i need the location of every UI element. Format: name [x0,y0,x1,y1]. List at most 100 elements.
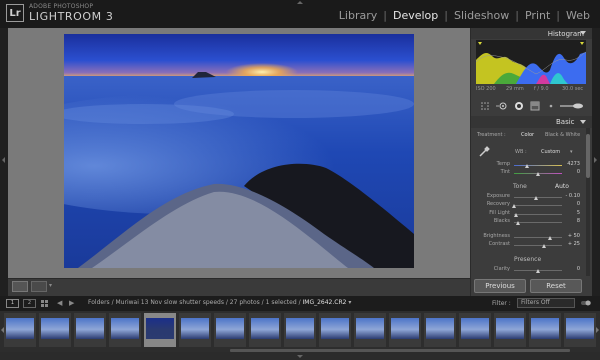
module-develop[interactable]: Develop [391,9,440,22]
filmstrip-scroll-right-icon[interactable] [596,327,599,333]
top-panel-toggle-icon[interactable] [297,1,303,4]
temp-value[interactable]: 4273 [566,161,580,167]
contrast-label: Contrast [488,241,510,247]
clarity-value[interactable]: 0 [566,266,580,272]
basic-panel-title: Basic [556,118,575,126]
adjustment-brush-icon[interactable] [560,101,584,111]
thumbnail-image [181,318,209,339]
module-slideshow[interactable]: Slideshow [452,9,511,22]
filmstrip-scrollbar[interactable] [230,349,570,352]
filter-dropdown[interactable]: Filters Off [517,298,575,308]
thumbnail-image [391,318,419,339]
brand-title: LIGHTROOM 3 [29,10,114,23]
thumbnail-image [531,318,559,339]
main-photo[interactable] [64,34,414,268]
tone-label: Tone [513,183,527,190]
source-breadcrumb[interactable]: Folders / Muriwai 13 Nov slow shutter sp… [88,299,351,306]
filter-label: Filter : [492,300,511,307]
thumbnail-image [426,318,454,339]
previous-button[interactable]: Previous [474,279,526,293]
treatment-label: Treatment : [477,132,506,138]
left-panel-toggle-icon[interactable] [2,157,5,163]
temp-slider-track[interactable] [514,165,562,166]
tint-slider-thumb[interactable] [536,172,540,176]
thumbnail-image [496,318,524,339]
thumbnail-image [76,318,104,339]
bottom-panel-toggle-icon[interactable] [297,355,303,358]
panel-scroll-thumb[interactable] [586,134,590,178]
thumbnail-image [6,318,34,339]
contrast-value[interactable]: + 25 [562,241,580,247]
contrast-slider-thumb[interactable] [542,244,546,248]
grid-view-icon[interactable] [41,300,49,307]
module-separator: | [515,9,519,22]
contrast-slider-track[interactable] [514,245,562,246]
fill-light-label: Fill Light [489,210,510,216]
clarity-slider-thumb[interactable] [536,269,540,273]
forward-arrow-icon[interactable]: ▶ [69,299,74,307]
recovery-slider-thumb[interactable] [512,204,516,208]
view-dropdown-icon[interactable]: ▾ [49,282,52,289]
exif-focal-length: 29 mm [506,86,524,92]
tone-auto-button[interactable]: Auto [555,183,569,190]
before-after-view-button[interactable] [31,281,47,292]
histogram-title: Histogram [547,30,584,38]
basic-collapse-icon[interactable] [580,120,586,124]
exposure-value[interactable]: - 0.10 [560,193,580,199]
loupe-view-button[interactable] [12,281,28,292]
recovery-value[interactable]: 0 [566,201,580,207]
thumbnail-image [461,318,489,339]
treatment-color[interactable]: Color [521,132,534,138]
module-separator: | [444,9,448,22]
thumbnail-image [321,318,349,339]
brightness-slider-track[interactable] [514,237,562,238]
exposure-slider-thumb[interactable] [534,196,538,200]
fill-light-slider-thumb[interactable] [514,213,518,217]
brightness-value[interactable]: + 50 [562,233,580,239]
tint-value[interactable]: 0 [566,169,580,175]
fill-light-value[interactable]: 5 [566,210,580,216]
brightness-slider-thumb[interactable] [548,236,552,240]
lightroom-logo: Lr [6,4,24,22]
wb-preset[interactable]: Custom [541,149,560,155]
blacks-slider-track[interactable] [514,222,562,223]
wb-label: WB : [515,149,527,155]
treatment-black-white[interactable]: Black & White [545,132,580,138]
recovery-label: Recovery [486,201,510,207]
module-separator: | [556,9,561,22]
crop-grid-icon[interactable] [480,101,490,111]
right-panel-toggle-icon[interactable] [594,157,597,163]
source-dropdown-icon[interactable]: ▾ [346,299,351,306]
white-balance-eyedropper-icon[interactable] [478,146,490,158]
secondary-window-button[interactable]: 2 [23,299,36,308]
exposure-slider-track[interactable] [514,197,562,198]
thumbnail-image [356,318,384,339]
temp-label: Temp [496,161,510,167]
module-web[interactable]: Web [564,9,592,22]
blacks-slider-thumb[interactable] [516,221,520,225]
tool-strip [476,99,586,113]
fill-light-slider-track[interactable] [514,214,562,215]
spot-removal-icon[interactable] [496,101,508,111]
filter-switch-icon[interactable] [581,299,591,307]
presence-label: Presence [514,256,542,263]
thumbnail-image [146,318,174,339]
module-print[interactable]: Print [523,9,552,22]
adjustment-brush-preview-icon[interactable] [546,101,556,111]
wb-dropdown-icon[interactable]: ▾ [570,149,573,155]
primary-window-button[interactable]: 1 [6,299,19,308]
red-eye-icon[interactable] [514,101,524,111]
module-library[interactable]: Library [337,9,379,22]
graduated-filter-icon[interactable] [530,101,540,111]
histogram-graph [476,40,586,84]
exif-shutter: 30.0 sec [562,86,584,92]
reset-button[interactable]: Reset [530,279,582,293]
histogram-collapse-icon[interactable] [580,31,586,35]
recovery-slider-track[interactable] [514,205,562,206]
back-arrow-icon[interactable]: ◀ [57,299,62,307]
blacks-value[interactable]: 8 [566,218,580,224]
temp-slider-thumb[interactable] [525,164,529,168]
exif-iso: ISO 200 [476,86,496,92]
tint-label: Tint [500,169,510,175]
view-toolbar [8,278,470,297]
